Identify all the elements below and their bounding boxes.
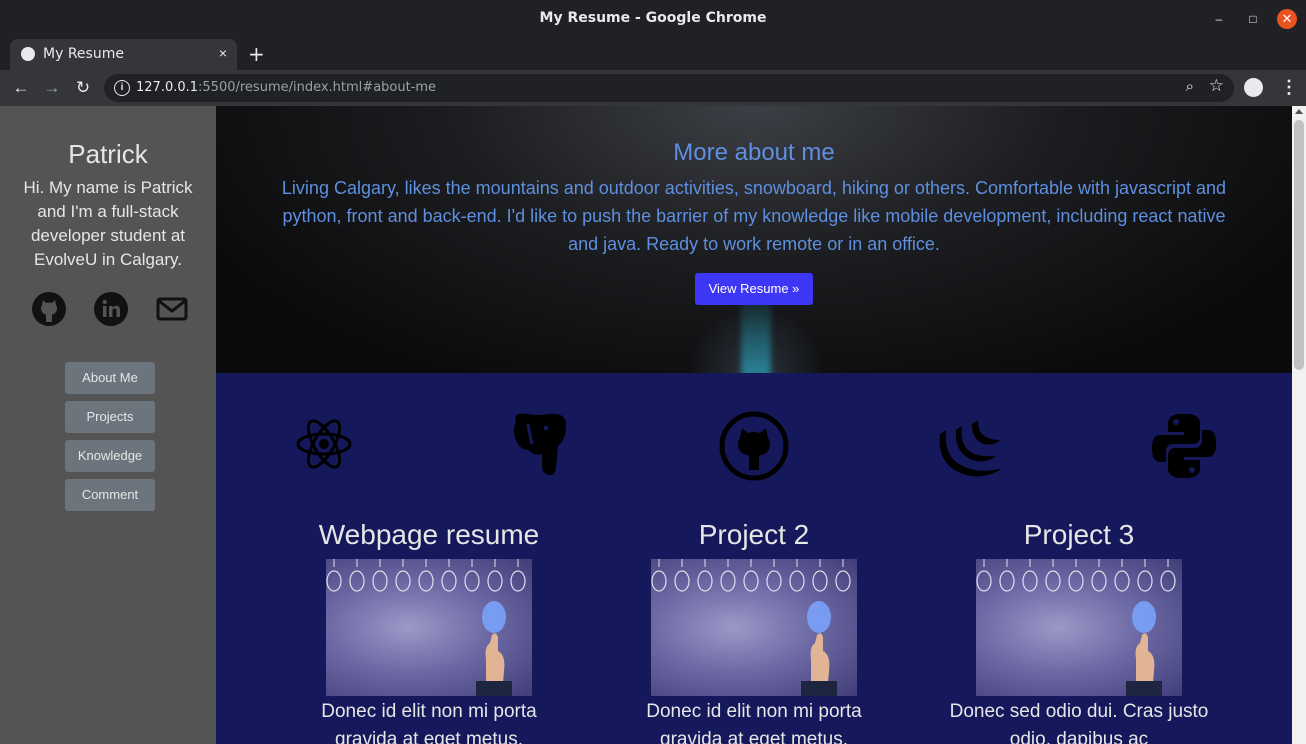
jquery-icon bbox=[939, 420, 1002, 477]
url-text[interactable]: 127.0.0.1:5500/resume/index.html#about-m… bbox=[136, 80, 436, 95]
nav-projects-button[interactable]: Projects bbox=[65, 401, 155, 433]
nav-about-me-button[interactable]: About Me bbox=[65, 362, 155, 394]
github-icon[interactable] bbox=[31, 291, 67, 327]
github-icon bbox=[719, 411, 789, 481]
project-card: Project 3 Donec sed odio dui. Cras justo… bbox=[949, 519, 1209, 744]
project-image[interactable] bbox=[651, 559, 857, 696]
lightbulb-illustration bbox=[976, 559, 1176, 696]
hero-title: More about me bbox=[673, 139, 835, 166]
profile-intro: Hi. My name is Patrick and I'm a full-st… bbox=[23, 178, 193, 269]
mail-icon[interactable] bbox=[154, 291, 190, 327]
project-image[interactable] bbox=[976, 559, 1182, 696]
reload-icon[interactable]: ↻ bbox=[72, 77, 94, 99]
project-description: Donec sed odio dui. Cras justo odio, dap… bbox=[949, 701, 1209, 744]
info-icon[interactable]: i bbox=[114, 80, 130, 96]
nav-knowledge-button[interactable]: Knowledge bbox=[65, 440, 155, 472]
kebab-menu-icon[interactable]: ⋮ bbox=[1280, 77, 1298, 98]
maximize-icon[interactable]: □ bbox=[1243, 9, 1263, 29]
project-title: Project 2 bbox=[698, 519, 810, 550]
zoom-icon[interactable]: ⌕ bbox=[1186, 78, 1194, 95]
star-icon[interactable]: ☆ bbox=[1209, 76, 1224, 96]
project-title: Webpage resume bbox=[318, 519, 540, 550]
postgresql-icon bbox=[514, 413, 566, 476]
project-image[interactable] bbox=[326, 559, 532, 696]
sidebar: Patrick Hi. My name is Patrick and I'm a… bbox=[0, 106, 216, 744]
new-tab-button[interactable]: + bbox=[248, 42, 265, 66]
url-path: :5500/resume/index.html#about-me bbox=[198, 80, 437, 95]
window-titlebar: My Resume - Google Chrome – □ ✕ bbox=[0, 0, 1306, 38]
nav-comment-button[interactable]: Comment bbox=[65, 479, 155, 511]
lightbulb-illustration bbox=[326, 559, 526, 696]
project-card: Webpage resume Donec id elit non mi port… bbox=[299, 519, 559, 744]
globe-icon bbox=[21, 47, 35, 61]
project-card: Project 2 Donec id elit non mi porta gra… bbox=[624, 519, 884, 744]
profile-icon[interactable] bbox=[1244, 78, 1263, 97]
back-icon[interactable]: ← bbox=[10, 77, 32, 99]
project-description: Donec id elit non mi porta gravida at eg… bbox=[321, 701, 537, 744]
window-title: My Resume - Google Chrome bbox=[539, 10, 767, 26]
profile-name: Patrick bbox=[68, 139, 148, 169]
scroll-up-icon[interactable] bbox=[1295, 109, 1303, 114]
minimize-icon[interactable]: – bbox=[1209, 9, 1229, 29]
tab-close-icon[interactable]: × bbox=[219, 45, 227, 61]
url-host: 127.0.0.1 bbox=[136, 80, 199, 95]
python-icon bbox=[1152, 414, 1216, 478]
browser-toolbar: ← → ↻ i 127.0.0.1:5500/resume/index.html… bbox=[0, 70, 1306, 106]
tab-title: My Resume bbox=[43, 46, 124, 62]
scrollbar-thumb[interactable] bbox=[1294, 120, 1304, 370]
project-description: Donec id elit non mi porta gravida at eg… bbox=[646, 701, 862, 744]
view-resume-button[interactable]: View Resume » bbox=[695, 273, 813, 305]
project-title: Project 3 bbox=[1023, 519, 1135, 550]
hero-text: Living Calgary, likes the mountains and … bbox=[281, 178, 1227, 254]
react-icon bbox=[296, 419, 352, 469]
address-bar[interactable]: i 127.0.0.1:5500/resume/index.html#about… bbox=[104, 74, 1234, 102]
lightbulb-illustration bbox=[651, 559, 851, 696]
page-viewport: Patrick Hi. My name is Patrick and I'm a… bbox=[0, 106, 1306, 744]
hero-section: More about me Living Calgary, likes the … bbox=[216, 106, 1292, 373]
linkedin-icon[interactable] bbox=[93, 291, 129, 327]
browser-tab[interactable]: My Resume × bbox=[10, 39, 237, 70]
vertical-scrollbar[interactable] bbox=[1292, 106, 1306, 744]
close-window-icon[interactable]: ✕ bbox=[1277, 9, 1297, 29]
forward-icon[interactable]: → bbox=[41, 77, 63, 99]
